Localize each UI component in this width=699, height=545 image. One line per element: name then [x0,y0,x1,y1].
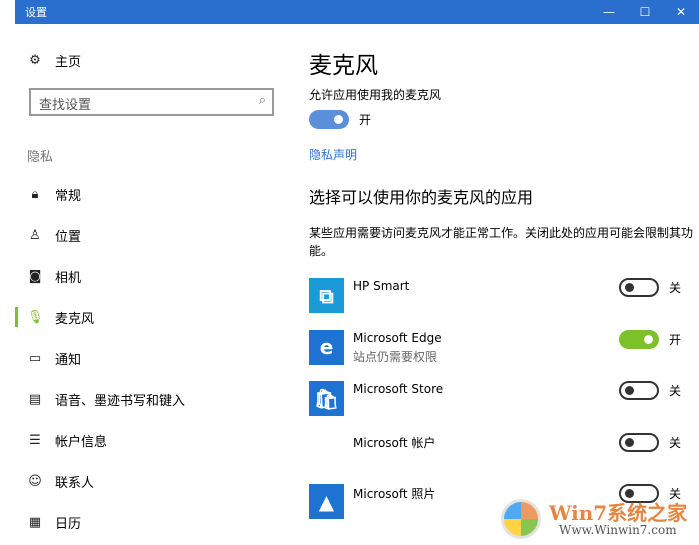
watermark-line2: Www.Winwin7.com [559,523,677,537]
search-input[interactable]: 查找设置 ⌕ [29,88,274,116]
app-name: Microsoft 帐户 [353,435,436,450]
main-content: 麦克风 允许应用使用我的麦克风 开 隐私声明 选择可以使用你的麦克风的应用 某些… [309,24,699,545]
microsoft-logo-icon [309,433,344,468]
sidebar-item-label: 帐户信息 [55,435,108,450]
sidebar-item-7[interactable]: ☺ 联系人 [15,461,295,502]
window-title: 设置 [25,6,47,19]
watermark-line1: Win7系统之家 [549,501,688,525]
sidebar: ⚙ 主页 查找设置 ⌕ 隐私 🔒︎ 常规 ♙ 位置 ◙ 相机 🎙︎ 麦克风 ▭ 通知 ▤ 语音、墨迹书写和… [15,24,295,545]
watermark: Win7系统之家 Www.Winwin7.com [501,497,691,541]
app-toggle[interactable] [619,278,659,297]
close-button[interactable]: ✕ [663,0,699,24]
app-row: e Microsoft Edge 站点仍需要权限 开 [309,329,694,382]
title-bar: 设置 — ☐ ✕ [15,0,699,24]
app-name: Microsoft Store [353,382,444,396]
calendar-icon: ▦ [28,515,42,530]
app-toggle-state: 关 [669,435,682,450]
gear-icon: ⚙ [29,53,41,68]
search-placeholder: 查找设置 [39,98,92,113]
maximize-button[interactable]: ☐ [627,0,663,24]
app-row: ⧉ HP Smart 关 [309,278,694,330]
app-row: 🛍︎ Microsoft Store 关 [309,381,694,433]
sidebar-nav: 🔒︎ 常规 ♙ 位置 ◙ 相机 🎙︎ 麦克风 ▭ 通知 ▤ 语音、墨迹书写和键入 ☰ 帐户信息 ☺ 联系人 ▦ 日… [15,174,295,543]
app-toggle-state: 关 [669,281,682,295]
app-row: Microsoft 帐户 关 [309,432,694,485]
allow-state: 开 [359,113,372,127]
privacy-statement-link[interactable]: 隐私声明 [309,146,357,163]
account-info-icon: ☰ [29,433,41,448]
sidebar-item-label: 相机 [55,271,82,286]
app-toggle-state: 关 [669,384,682,398]
sidebar-item-label: 语音、墨迹书写和键入 [55,394,186,409]
app-name: HP Smart [353,279,410,293]
minimize-button[interactable]: — [591,0,627,24]
home-label: 主页 [55,55,82,70]
section-label: 隐私 [27,150,54,165]
sidebar-item-5[interactable]: ▤ 语音、墨迹书写和键入 [15,379,295,420]
sidebar-home[interactable]: ⚙ 主页 [27,51,81,70]
apps-heading: 选择可以使用你的麦克风的应用 [309,188,534,207]
sidebar-item-label: 联系人 [55,476,95,491]
location-icon: ♙ [29,228,41,243]
app-name: Microsoft Edge [353,330,442,345]
app-toggle[interactable] [619,381,659,400]
allow-microphone-toggle[interactable] [309,110,349,129]
sidebar-item-3[interactable]: 🎙︎ 麦克风 [15,297,295,338]
app-name: Microsoft 照片 [353,487,436,501]
hp-smart-icon: ⧉ [309,278,344,313]
app-toggle[interactable] [619,329,659,349]
app-subtitle: 站点仍需要权限 [353,349,438,364]
camera-icon: ◙ [28,269,42,284]
sidebar-item-0[interactable]: 🔒︎ 常规 [15,174,295,215]
store-icon: 🛍︎ [309,381,344,416]
allow-label: 允许应用使用我的麦克风 [309,88,442,102]
sidebar-item-label: 位置 [55,230,82,245]
sidebar-item-1[interactable]: ♙ 位置 [15,215,295,256]
windows-logo-icon [501,499,541,539]
apps-description: 某些应用需要访问麦克风才能正常工作。关闭此处的应用可能会限制其功能。 [309,226,694,258]
sidebar-item-6[interactable]: ☰ 帐户信息 [15,420,295,461]
sidebar-item-label: 日历 [55,517,82,532]
sidebar-item-label: 常规 [55,189,82,204]
sidebar-item-8[interactable]: ▦ 日历 [15,502,295,543]
sidebar-item-label: 通知 [55,353,82,368]
edge-icon: e [309,329,344,365]
notification-icon: ▭ [28,351,42,366]
photos-icon: ▲ [309,484,344,519]
app-toggle[interactable] [619,432,659,452]
page-title: 麦克风 [309,53,378,79]
sidebar-item-4[interactable]: ▭ 通知 [15,338,295,379]
search-icon[interactable]: ⌕ [259,93,266,108]
lock-icon: 🔒︎ [31,187,39,202]
sidebar-item-label: 麦克风 [55,312,95,327]
microphone-icon: 🎙︎ [27,310,44,325]
sidebar-item-2[interactable]: ◙ 相机 [15,256,295,297]
app-toggle-state: 开 [669,332,682,347]
clipboard-icon: ▤ [28,392,42,407]
contacts-icon: ☺ [28,474,42,489]
